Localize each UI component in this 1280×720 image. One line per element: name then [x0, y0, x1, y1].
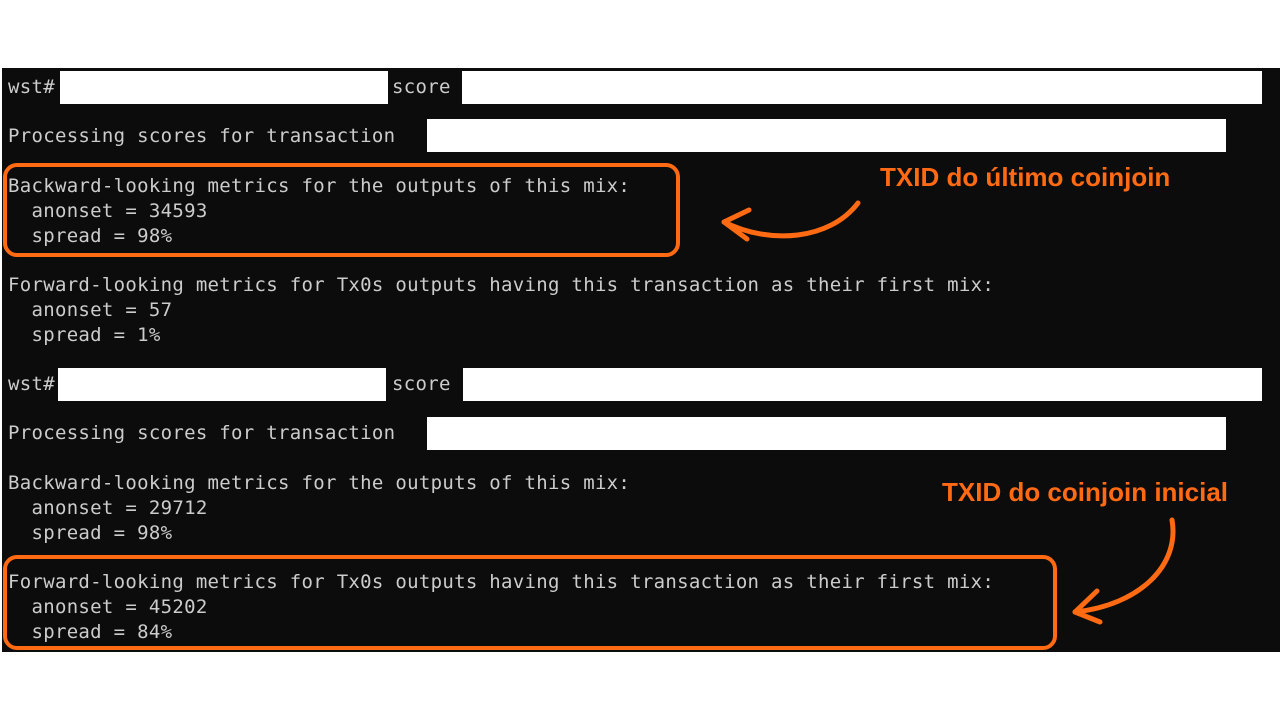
arrow-icon — [721, 200, 1176, 625]
